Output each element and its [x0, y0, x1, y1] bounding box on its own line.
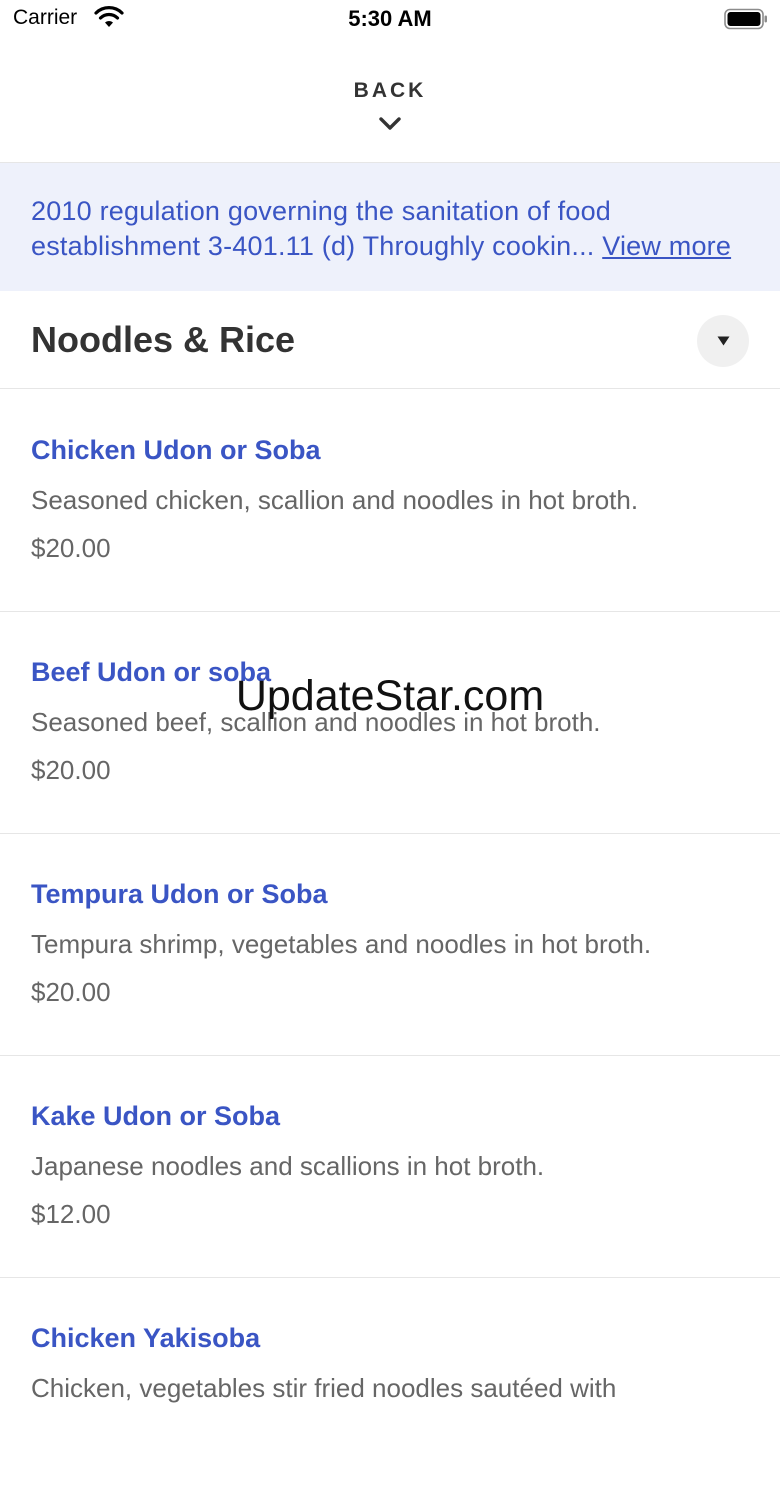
item-price: $12.00 [31, 1199, 111, 1229]
back-label: BACK [353, 79, 427, 102]
item-price: $20.00 [31, 755, 111, 785]
notice-banner: 2010 regulation governing the sanitation… [0, 163, 780, 291]
item-name: Tempura Udon or Soba [31, 879, 328, 909]
item-description: Japanese noodles and scallions in hot br… [31, 1151, 545, 1181]
item-price: $20.00 [31, 533, 111, 563]
menu-item[interactable]: Beef Udon or soba Seasoned beef, scallio… [0, 611, 780, 834]
menu-item[interactable]: Chicken Udon or Soba Seasoned chicken, s… [0, 389, 780, 612]
status-bar: Carrier 5:30 AM [0, 0, 780, 44]
item-description: Tempura shrimp, vegetables and noodles i… [31, 929, 652, 959]
battery-icon [724, 8, 767, 30]
item-price: $20.00 [31, 977, 111, 1007]
section-toggle-button[interactable] [697, 315, 749, 367]
item-name: Chicken Udon or Soba [31, 435, 321, 465]
item-name: Kake Udon or Soba [31, 1101, 281, 1131]
item-name: Beef Udon or soba [31, 657, 272, 687]
item-description: Chicken, vegetables stir fried noodles s… [31, 1373, 617, 1403]
notice-text: 2010 regulation governing the sanitation… [31, 194, 756, 264]
menu-item[interactable]: Tempura Udon or Soba Tempura shrimp, veg… [0, 833, 780, 1056]
status-time: 5:30 AM [348, 6, 432, 31]
item-description: Seasoned chicken, scallion and noodles i… [31, 485, 639, 515]
section-title: Noodles & Rice [31, 319, 296, 360]
item-description: Seasoned beef, scallion and noodles in h… [31, 707, 601, 737]
item-name: Chicken Yakisoba [31, 1323, 261, 1353]
notice-body: 2010 regulation governing the sanitation… [31, 196, 612, 261]
section-header: Noodles & Rice [0, 292, 780, 389]
back-button[interactable]: BACK [0, 44, 780, 163]
menu-item[interactable]: Kake Udon or Soba Japanese noodles and s… [0, 1055, 780, 1278]
chevron-down-icon [379, 117, 401, 130]
caret-down-icon [717, 336, 730, 346]
view-more-link[interactable]: View more [602, 231, 731, 261]
menu-item[interactable]: Chicken Yakisoba Chicken, vegetables sti… [0, 1277, 780, 1499]
